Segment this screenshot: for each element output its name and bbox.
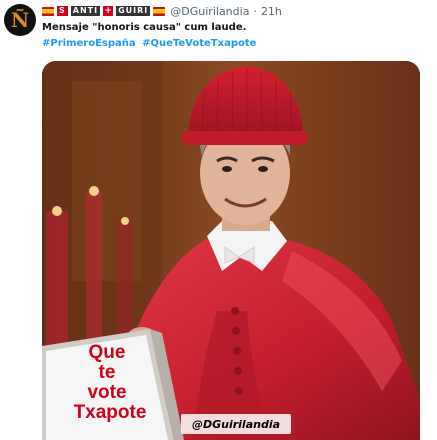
user-handle[interactable]: @DGuirilandia — [170, 5, 249, 18]
sign-text: Que te vote — [72, 343, 142, 403]
swiss-cross-icon: + — [103, 6, 114, 16]
display-name-part-1[interactable]: S — [57, 6, 68, 16]
avatar-letter: Ñ — [10, 7, 30, 32]
tweet-image[interactable]: Que te vote Txapote — [42, 61, 420, 440]
timestamp[interactable]: 21h — [261, 5, 282, 18]
hashtags: #PrimeroEspaña #QueTeVoteTxapote — [42, 38, 259, 49]
sign-line: Txapote — [73, 402, 147, 423]
sign-line: Que — [88, 342, 126, 363]
hashtag-link[interactable]: #PrimeroEspaña — [42, 38, 136, 49]
image-watermark: @DGuirilandia — [181, 414, 291, 434]
tweet-text: Mensaje "honoris causa" cum laude. — [42, 22, 247, 33]
sign-line: vote — [87, 382, 127, 403]
tweet[interactable]: Ñ S ANTI + GUIRI @DGuirilandia · 21h Men… — [0, 0, 437, 440]
separator: · — [253, 4, 257, 18]
display-name-part-3[interactable]: GUIRI — [116, 6, 151, 16]
tweet-header: S ANTI + GUIRI @DGuirilandia · 21h — [42, 4, 437, 18]
avatar[interactable]: Ñ — [4, 4, 36, 36]
hashtag-link[interactable]: #QueTeVoteTxapote — [142, 38, 256, 49]
display-name-part-2[interactable]: ANTI — [70, 6, 101, 16]
sign-text-last: Txapote — [60, 403, 160, 423]
sign-line: te — [98, 362, 116, 383]
spain-flag-icon — [153, 6, 166, 16]
spain-flag-icon — [42, 6, 54, 16]
